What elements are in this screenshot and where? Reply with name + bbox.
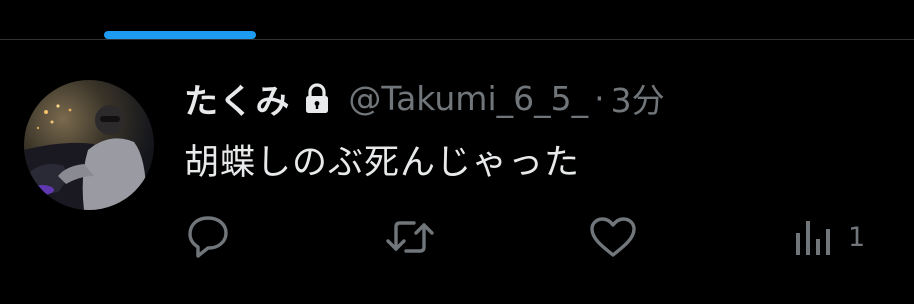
retweet-button[interactable] [384, 212, 436, 262]
avatar[interactable] [24, 80, 154, 210]
user-handle[interactable]: @Takumi_6_5_ [348, 79, 588, 118]
tweet-header: たくみ @Takumi_6_5_ · 3分 [184, 74, 665, 123]
reply-icon [184, 214, 232, 260]
like-button[interactable] [588, 212, 638, 262]
retweet-icon [384, 215, 436, 259]
analytics-count: 1 [848, 221, 866, 253]
tweet-actions: 1 [0, 212, 914, 262]
active-tab-indicator [104, 31, 256, 39]
separator-dot: · [594, 78, 605, 118]
display-name[interactable]: たくみ [184, 74, 290, 123]
lock-icon [304, 82, 330, 114]
timestamp[interactable]: 3分 [611, 74, 665, 122]
reply-button[interactable] [184, 212, 232, 262]
tweet-text: 胡蝶しのぶ死んじゃった [184, 143, 581, 183]
heart-icon [588, 215, 638, 259]
tab-divider [0, 39, 914, 40]
analytics-button[interactable]: 1 [794, 212, 865, 262]
analytics-icon [794, 215, 834, 259]
